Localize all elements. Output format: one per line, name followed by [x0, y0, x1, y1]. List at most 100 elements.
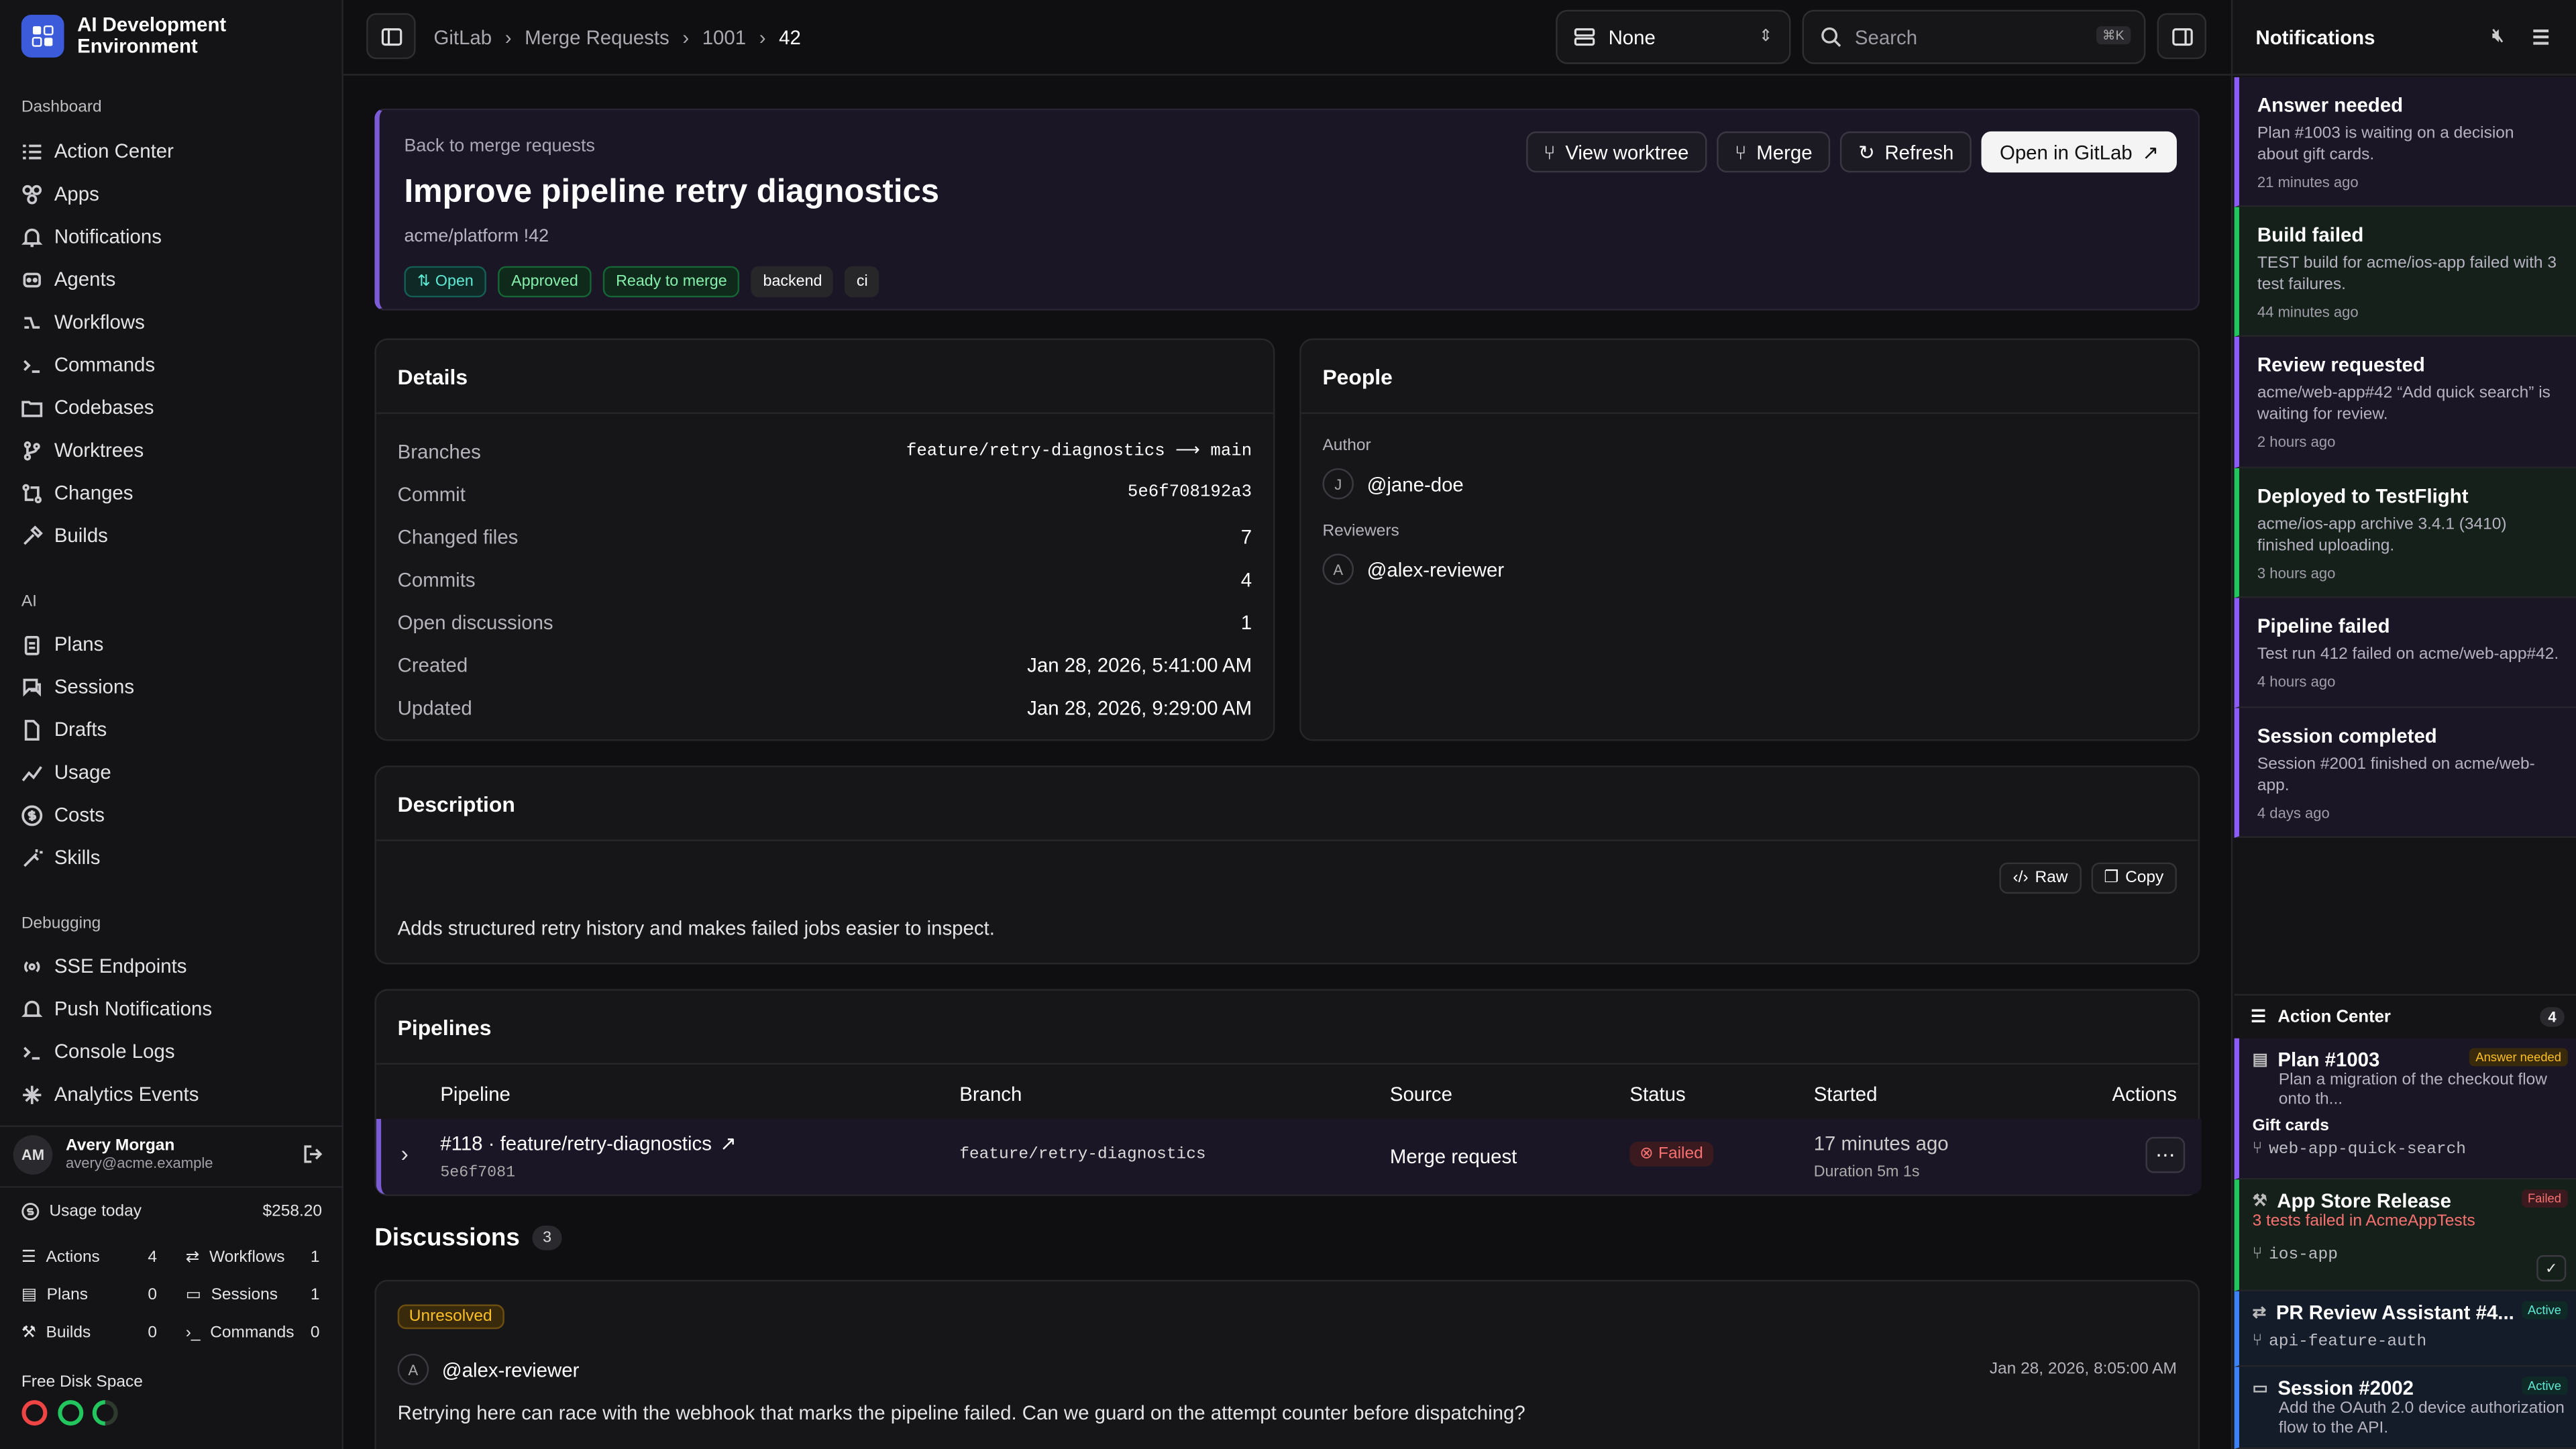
notification-item[interactable]: Answer needed Plan #1003 is waiting on a …: [2234, 77, 2576, 207]
logout-icon[interactable]: [303, 1144, 324, 1165]
reviewers-label: Reviewers: [1322, 522, 1399, 541]
merge-button[interactable]: ⑂ Merge: [1716, 131, 1831, 173]
notification-item[interactable]: Pipeline failed Test run 412 failed on ac…: [2234, 598, 2576, 708]
breadcrumb-project[interactable]: 1001: [702, 26, 746, 49]
avatar: A: [1322, 553, 1354, 585]
sidebar-item-analytics-events[interactable]: Analytics Events: [21, 1083, 199, 1106]
pipeline-duration: Duration 5m 1s: [1813, 1163, 1920, 1181]
col-status: Status: [1629, 1082, 1686, 1106]
sidebar-item-codebases[interactable]: Codebases: [21, 396, 154, 419]
stat-actions: ☰ Actions 4: [21, 1248, 158, 1267]
detail-row-changed-files: Changed files 7: [397, 525, 1252, 549]
description-title: Description: [376, 767, 2198, 841]
mute-icon[interactable]: 🔇︎: [2492, 26, 2504, 48]
external-link-icon: ↗: [2142, 140, 2159, 164]
stat-commands: ›_ Commands 0: [185, 1324, 320, 1342]
apps-icon: [22, 184, 42, 204]
sidebar-item-changes[interactable]: Changes: [21, 482, 133, 504]
stat-workflows: ⇄ Workflows 1: [185, 1248, 320, 1267]
sidebar-item-usage[interactable]: Usage: [21, 761, 111, 784]
sidebar-item-commands[interactable]: Commands: [21, 354, 155, 376]
sidebar-item-builds[interactable]: Builds: [21, 524, 108, 547]
refresh-button[interactable]: ↻ Refresh: [1840, 131, 1972, 173]
sidebar-item-sessions[interactable]: Sessions: [21, 676, 134, 698]
action-item[interactable]: ▤ Plan #1003 Answer needed Plan a migrati…: [2234, 1038, 2576, 1180]
action-item[interactable]: ⇄ PR Review Assistant #4... Active ⑂ api-f…: [2234, 1291, 2576, 1367]
action-center-header: ☰ Action Center 4: [2234, 994, 2576, 1038]
list-filter-icon[interactable]: ☰: [2532, 25, 2549, 48]
action-item[interactable]: ▭ Session #2002 Active Add the OAuth 2.0 …: [2234, 1366, 2576, 1449]
sidebar-item-push-notifications[interactable]: Push Notifications: [21, 998, 212, 1020]
context-select[interactable]: None ⇕: [1556, 9, 1791, 64]
sidebar-item-agents[interactable]: Agents: [21, 268, 115, 290]
people-card: People Author J @jane-doe Reviewers A @ale…: [1299, 338, 2200, 741]
user-profile[interactable]: AM Avery Morgan avery@acme.example: [0, 1125, 343, 1181]
git-branch-icon: ⑂: [2252, 1246, 2263, 1265]
disk-label: Free Disk Space: [21, 1373, 143, 1392]
git-compare-icon: [22, 483, 42, 503]
detail-row-open-discussions: Open discussions 1: [397, 611, 1252, 635]
pipelines-title: Pipelines: [376, 991, 2198, 1065]
file-icon: [24, 718, 40, 740]
notification-item[interactable]: Deployed to TestFlight acme/ios-app archi…: [2234, 468, 2576, 598]
view-worktree-button[interactable]: ⑂ View worktree: [1525, 131, 1707, 173]
hammer-icon: [23, 525, 43, 545]
status-badge: Active: [2521, 1377, 2568, 1395]
toggle-sidebar-button[interactable]: [366, 13, 416, 60]
raw-button[interactable]: ‹/› Raw: [1999, 862, 2082, 894]
sidebar-item-skills[interactable]: Skills: [21, 846, 100, 869]
sidebar-item-plans[interactable]: Plans: [21, 633, 103, 655]
external-link-icon: ↗: [720, 1132, 737, 1155]
sidebar-item-workflows[interactable]: Workflows: [21, 311, 145, 333]
chat-icon: [23, 678, 41, 696]
table-row[interactable]: › #118 · feature/retry-diagnostics ↗ 5e6f…: [376, 1118, 2202, 1195]
user-email: avery@acme.example: [65, 1155, 213, 1172]
chevron-right-icon[interactable]: ›: [401, 1140, 409, 1167]
author[interactable]: J @jane-doe: [1322, 468, 1464, 500]
chevron-up-down-icon: ⇕: [1758, 28, 1773, 46]
back-link[interactable]: Back to merge requests: [404, 136, 595, 156]
sidebar-item-sse-endpoints[interactable]: SSE Endpoints: [21, 955, 186, 977]
status-badge: ⇅ Open: [404, 266, 487, 298]
merge-request-icon: ⇅: [417, 272, 431, 291]
notification-item[interactable]: Build failed TEST build for acme/ios-app …: [2234, 207, 2576, 337]
toggle-panel-button[interactable]: [2157, 13, 2207, 60]
detail-row-created: Created Jan 28, 2026, 5:41:00 AM: [397, 653, 1252, 677]
chevron-right-icon: ›: [504, 26, 512, 50]
notification-item[interactable]: Session completed Session #2001 finished …: [2234, 708, 2576, 838]
git-branch-icon: ⑂: [2252, 1334, 2263, 1352]
stat-builds: ⚒ Builds 0: [21, 1324, 158, 1342]
discussion-author[interactable]: A @alex-reviewer: [397, 1353, 579, 1385]
pipeline-source: Merge request: [1389, 1144, 1517, 1169]
sidebar-item-costs[interactable]: Costs: [21, 804, 105, 826]
user-name: Avery Morgan: [65, 1136, 175, 1155]
col-source: Source: [1389, 1082, 1452, 1106]
stat-plans: ▤ Plans 0: [21, 1286, 158, 1305]
disk-rings: [21, 1400, 118, 1426]
mr-tags: ⇅ Open Approved Ready to merge backend ci: [404, 266, 879, 298]
hammer-icon: ⚒: [2252, 1191, 2267, 1210]
workflow-icon: [24, 316, 40, 328]
check-button[interactable]: ✓: [2536, 1255, 2567, 1282]
sidebar-item-drafts[interactable]: Drafts: [21, 718, 107, 741]
sidebar-item-apps[interactable]: Apps: [21, 182, 99, 205]
open-in-gitlab-button[interactable]: Open in GitLab ↗: [1982, 131, 2177, 173]
pipeline-name[interactable]: #118 · feature/retry-diagnostics ↗: [440, 1132, 736, 1155]
sidebar-icon: [380, 27, 402, 45]
reviewer[interactable]: A @alex-reviewer: [1322, 553, 1504, 585]
copy-button[interactable]: ❐ Copy: [2090, 862, 2177, 894]
action-item[interactable]: ⚒ App Store Release Failed 3 tests failed…: [2234, 1179, 2576, 1291]
brand[interactable]: AI Development Environment: [21, 14, 258, 58]
breadcrumb-merge-requests[interactable]: Merge Requests: [525, 26, 669, 49]
breadcrumb-gitlab[interactable]: GitLab: [434, 26, 492, 49]
notification-item[interactable]: Review requested acme/web-app#42 “Add qui…: [2234, 337, 2576, 468]
sidebar-item-notifications[interactable]: Notifications: [21, 225, 162, 248]
chevron-right-icon: ›: [759, 26, 766, 50]
section-dashboard: Dashboard: [21, 98, 102, 117]
sidebar-item-console-logs[interactable]: Console Logs: [21, 1040, 175, 1063]
more-actions-button[interactable]: ⋯: [2145, 1136, 2186, 1173]
search-input[interactable]: Search ⌘K: [1802, 9, 2146, 64]
sidebar-item-action-center[interactable]: Action Center: [21, 140, 174, 162]
sidebar: AI Development Environment Dashboard Act…: [0, 0, 343, 1449]
sidebar-item-worktrees[interactable]: Worktrees: [21, 439, 144, 462]
